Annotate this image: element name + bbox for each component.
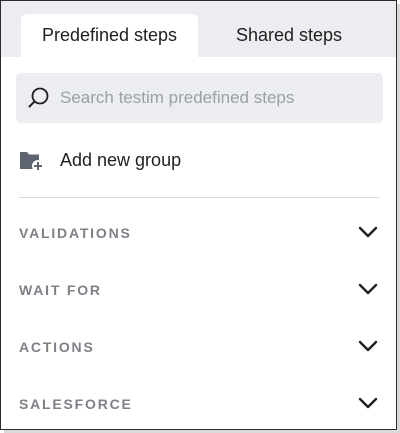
section-wait-for[interactable]: WAIT FOR: [19, 275, 381, 305]
section-title: WAIT FOR: [19, 282, 102, 298]
folder-add-icon: [19, 149, 45, 173]
add-new-group-button[interactable]: Add new group: [19, 144, 379, 178]
tab-bar: Predefined steps Shared steps: [1, 1, 396, 57]
tab-predefined-steps[interactable]: Predefined steps: [21, 14, 198, 57]
tab-shared-steps[interactable]: Shared steps: [200, 14, 378, 57]
search-input[interactable]: [60, 73, 370, 123]
section-salesforce[interactable]: SALESFORCE: [19, 389, 381, 419]
chevron-down-icon: [358, 225, 378, 239]
section-validations[interactable]: VALIDATIONS: [19, 218, 381, 248]
section-title: SALESFORCE: [19, 396, 133, 412]
chevron-down-icon: [358, 339, 378, 353]
section-title: VALIDATIONS: [19, 225, 132, 241]
chevron-down-icon: [358, 282, 378, 296]
add-new-group-label: Add new group: [60, 150, 182, 170]
tab-label: Predefined steps: [41, 25, 178, 45]
section-actions[interactable]: ACTIONS: [19, 332, 381, 362]
steps-panel: Predefined steps Shared steps Add new gr…: [0, 0, 397, 430]
divider: [19, 197, 380, 198]
search-box: [16, 73, 383, 123]
chevron-down-icon: [358, 396, 378, 410]
tab-label: Shared steps: [235, 25, 343, 45]
search-icon: [27, 86, 51, 110]
section-title: ACTIONS: [19, 339, 95, 355]
